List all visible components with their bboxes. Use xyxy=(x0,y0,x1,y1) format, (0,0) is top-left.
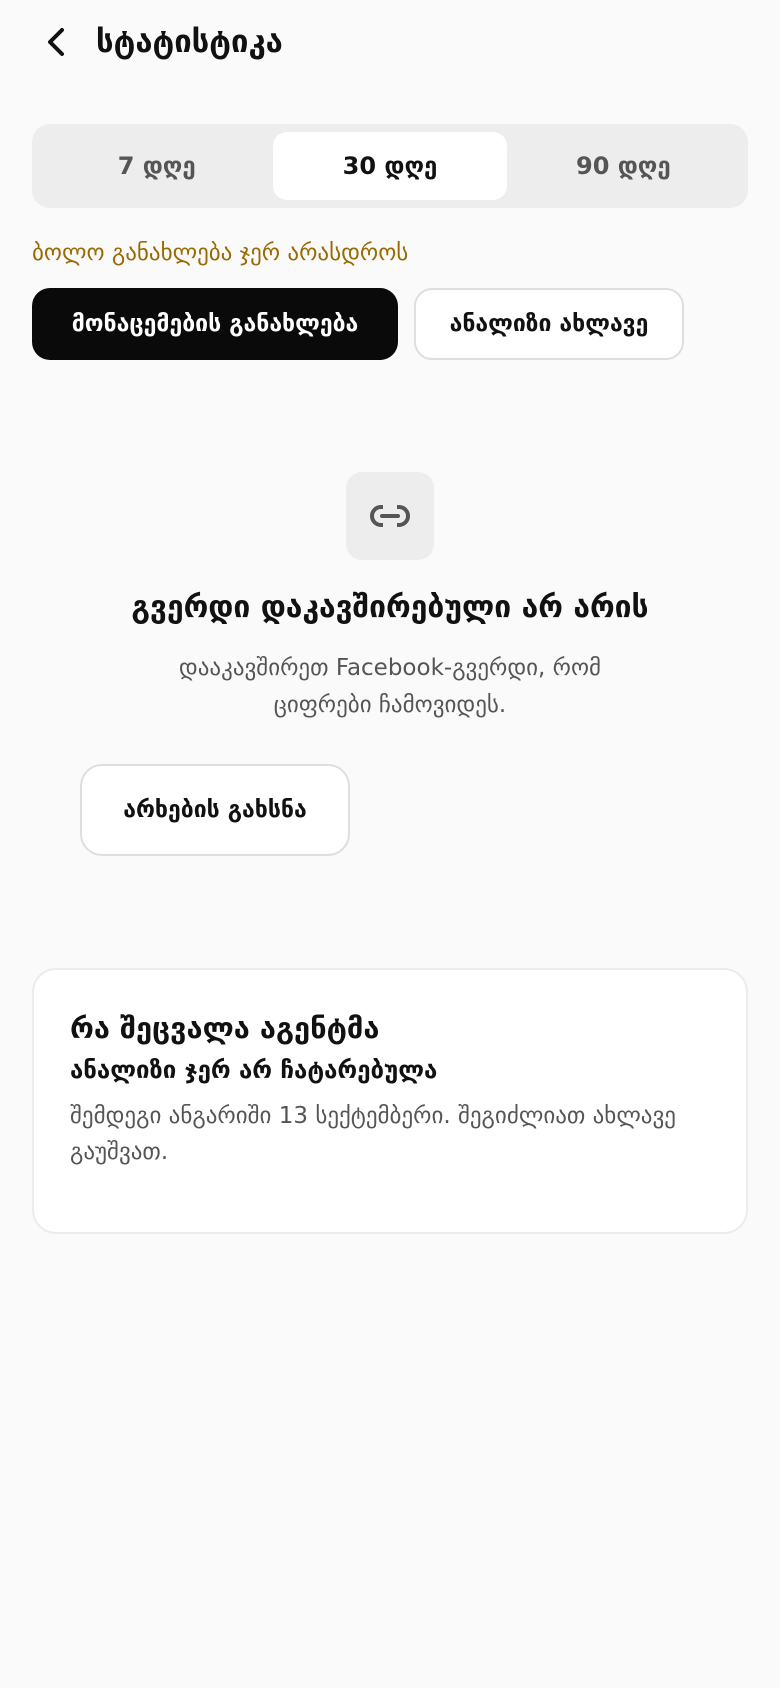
header: სტატისტიკა xyxy=(0,0,780,88)
agent-card-description: შემდეგი ანგარიში 13 სექტემბერი. შეგიძლია… xyxy=(70,1103,676,1165)
empty-state-description: დააკავშირეთ Facebook-გვერდი, რომ ციფრები… xyxy=(178,655,602,718)
analyze-now-button[interactable]: ანალიზი ახლავე xyxy=(414,288,684,360)
refresh-data-button[interactable]: მონაცემების განახლება xyxy=(32,288,398,360)
agent-card-title: რა შეცვალა აგენტმა xyxy=(70,1011,380,1045)
empty-state-title: გვერდი დაკავშირებული არ არის xyxy=(131,590,649,625)
page-title: სტატისტიკა xyxy=(96,24,283,60)
open-channels-button[interactable]: არხების გახსნა xyxy=(80,764,350,856)
period-selector: 7 დღე 30 დღე 90 დღე xyxy=(32,124,748,208)
empty-state-icon-box xyxy=(346,472,434,560)
statistics-screen: სტატისტიკა 7 დღე 30 დღე 90 დღე ბოლო განა… xyxy=(0,0,780,1688)
link-icon xyxy=(370,504,410,528)
last-update-status: ბოლო განახლება ჯერ არასდროს xyxy=(32,240,409,266)
chevron-left-icon xyxy=(48,28,64,56)
back-button[interactable] xyxy=(36,20,76,64)
agent-card-subtitle: ანალიზი ჯერ არ ჩატარებულა xyxy=(70,1056,438,1084)
period-tab-7-days[interactable]: 7 დღე xyxy=(40,132,273,200)
period-tab-90-days[interactable]: 90 დღე xyxy=(507,132,740,200)
agent-changes-card: რა შეცვალა აგენტმა ანალიზი ჯერ არ ჩატარე… xyxy=(32,968,748,1234)
action-buttons: მონაცემების განახლება ანალიზი ახლავე xyxy=(32,288,684,360)
period-tab-30-days[interactable]: 30 დღე xyxy=(273,132,507,200)
